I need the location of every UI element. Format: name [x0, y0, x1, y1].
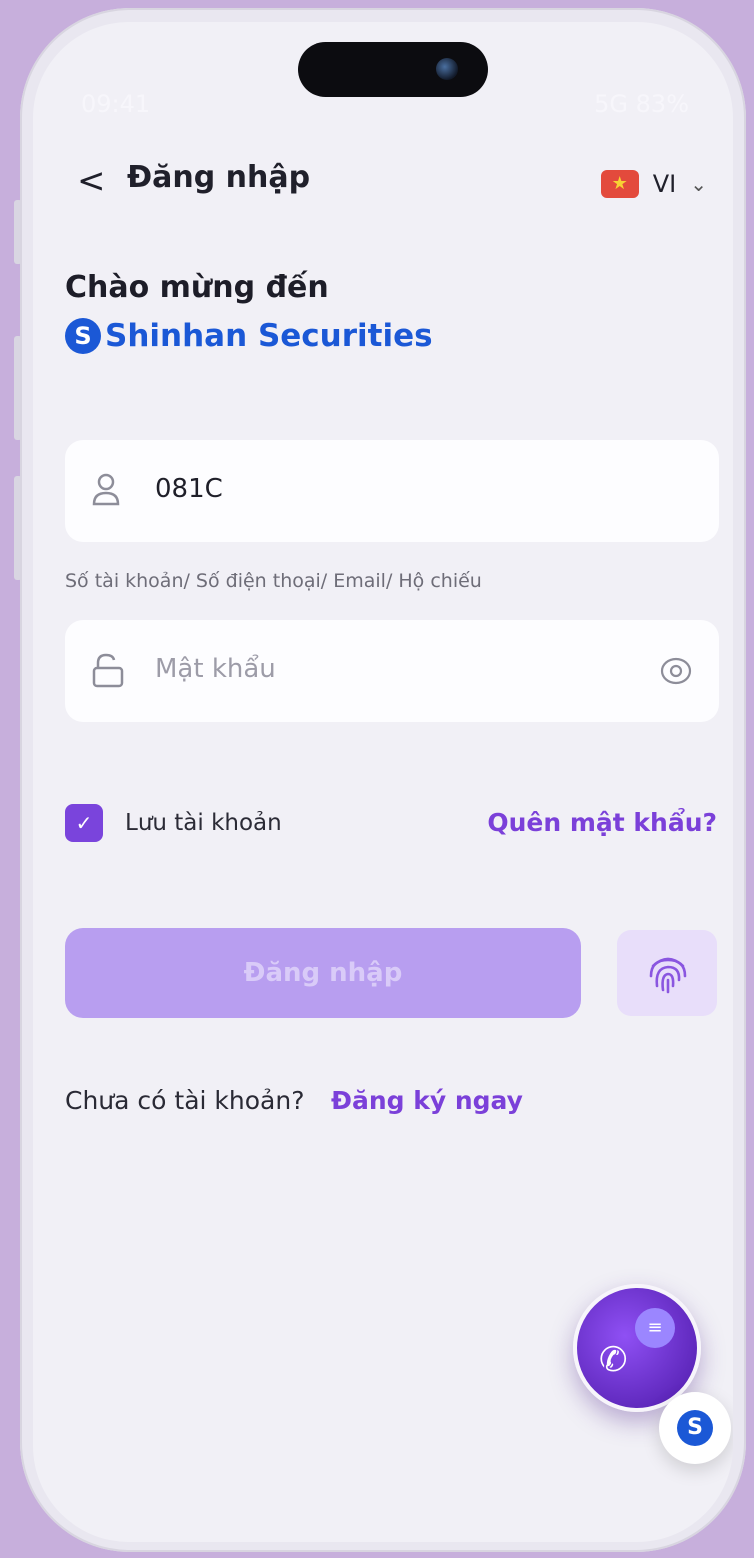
signup-link[interactable]: Đăng ký ngay: [331, 1086, 523, 1115]
remember-checkbox[interactable]: ✓: [65, 804, 103, 842]
chevron-left-icon: <: [77, 161, 106, 201]
shinhan-badge[interactable]: S: [659, 1392, 731, 1464]
login-button[interactable]: Đăng nhập: [65, 928, 581, 1018]
status-time: 09:41: [81, 90, 151, 118]
password-placeholder: Mật khẩu: [155, 654, 276, 684]
eye-icon[interactable]: [659, 654, 693, 688]
login-screen: 09:41 5G 83% < Đăng nhập ★ VI ⌄ Chào mừn…: [33, 22, 733, 1542]
shinhan-logo-icon: S: [677, 1410, 713, 1446]
status-bar: 09:41 5G 83%: [33, 84, 733, 124]
brand-name: Shinhan Securities: [105, 318, 433, 354]
welcome-text: Chào mừng đến: [65, 270, 329, 305]
camera-icon: [436, 58, 458, 80]
header: < Đăng nhập ★ VI ⌄: [33, 152, 733, 212]
language-selector[interactable]: ★ VI ⌄: [600, 164, 707, 204]
brand: S Shinhan Securities: [65, 318, 433, 354]
chat-bubble-icon: ≡: [635, 1308, 675, 1348]
password-field[interactable]: Mật khẩu: [65, 620, 719, 722]
page-title: Đăng nhập: [127, 160, 311, 195]
phone-icon: ✆: [599, 1340, 628, 1380]
user-icon: [91, 472, 127, 512]
remember-account[interactable]: ✓ Lưu tài khoản: [65, 804, 282, 842]
shinhan-logo-icon: S: [65, 318, 101, 354]
forgot-password-link[interactable]: Quên mật khẩu?: [487, 808, 717, 837]
signup-prompt: Chưa có tài khoản?: [65, 1086, 305, 1115]
status-indicators: 5G 83%: [594, 90, 689, 118]
back-button[interactable]: <: [77, 156, 117, 206]
remember-label: Lưu tài khoản: [125, 810, 282, 836]
biometric-login-button[interactable]: [617, 930, 717, 1016]
fingerprint-icon: [649, 957, 687, 994]
username-value: 081C: [155, 474, 223, 504]
vietnam-flag-icon: ★: [600, 170, 639, 198]
chevron-down-icon: ⌄: [690, 172, 707, 196]
username-hint: Số tài khoản/ Số điện thoại/ Email/ Hộ c…: [65, 570, 482, 592]
support-call-button[interactable]: ≡ ✆: [573, 1284, 701, 1412]
language-code: VI: [652, 170, 677, 198]
username-field[interactable]: 081C: [65, 440, 719, 542]
lock-icon: [91, 652, 127, 692]
